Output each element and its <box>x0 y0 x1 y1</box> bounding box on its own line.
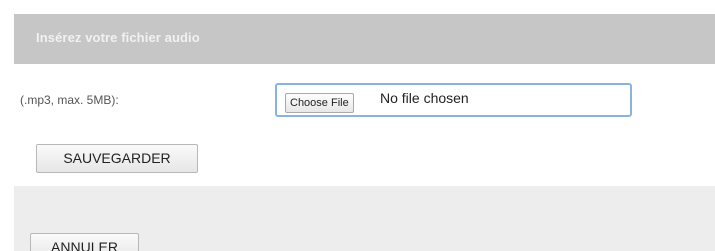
panel-header: Insérez votre fichier audio <box>14 14 715 64</box>
upload-audio-panel: Insérez votre fichier audio (.mp3, max. … <box>0 0 715 251</box>
choose-file-button[interactable]: Choose File <box>285 93 354 113</box>
save-button[interactable]: SAUVEGARDER <box>36 144 198 173</box>
file-status-text: No file chosen <box>380 90 469 106</box>
audio-file-input[interactable]: Choose File No file chosen <box>275 83 632 117</box>
cancel-button[interactable]: ANNULER <box>30 233 139 251</box>
panel-title: Insérez votre fichier audio <box>36 30 200 45</box>
file-format-hint: (.mp3, max. 5MB): <box>20 93 119 107</box>
